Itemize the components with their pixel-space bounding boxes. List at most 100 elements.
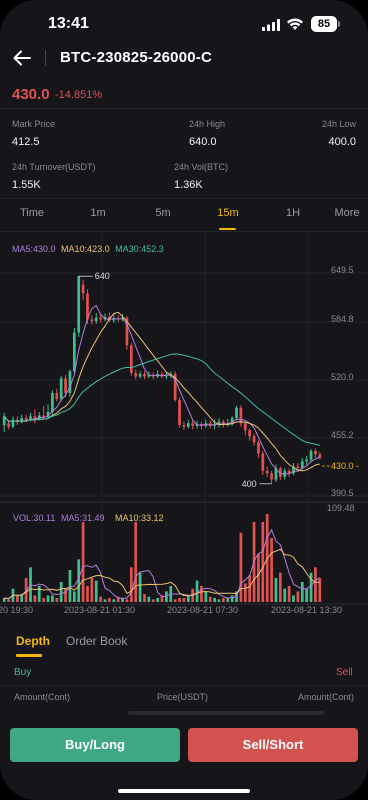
tab-1h[interactable]: 1H [283, 207, 303, 219]
candle-body [252, 436, 256, 443]
volume-bar [151, 599, 155, 602]
volume-bar [292, 595, 295, 602]
candle-body [243, 423, 247, 431]
stat-label: 24h Turnover(USDT) [12, 162, 96, 172]
volume-bar [230, 595, 234, 602]
stat-24h-turnover: 24h Turnover(USDT) 1.55K [12, 162, 96, 191]
tab-15m[interactable]: 15m [216, 207, 240, 219]
stat-24h-high: 24h High 640.0 [189, 119, 225, 148]
candle-body [55, 392, 59, 400]
tab-5m[interactable]: 5m [153, 207, 173, 219]
tab-time[interactable]: Time [20, 207, 44, 219]
buy-long-button[interactable]: Buy/Long [10, 728, 180, 762]
stat-24h-volume: 24h Vol(BTC) 1.36K [174, 162, 228, 191]
tab-order-book[interactable]: Order Book [66, 634, 127, 648]
stat-label: 24h Low [321, 119, 356, 129]
volume-bar [59, 582, 63, 602]
candle-body [94, 317, 98, 322]
volume-bar [55, 598, 59, 602]
volume-bar [138, 572, 142, 602]
y-tick-label: 455.2 [331, 430, 354, 440]
ma30-value: MA30:452.3 [115, 244, 164, 254]
active-tab-indicator [219, 228, 236, 230]
volume-bar [143, 594, 146, 602]
volume-bar [90, 578, 94, 602]
depth-scrollbar[interactable] [128, 711, 324, 715]
ma-legend: MA5:430.0 MA10:423.0 MA30:452.3 [12, 244, 164, 254]
stat-label: 24h High [189, 119, 226, 129]
volume-bar [314, 567, 317, 602]
active-depth-indicator [16, 654, 42, 657]
volume-bar [68, 570, 72, 602]
volume-bar [257, 554, 260, 602]
candle-body [309, 450, 313, 460]
volume-bar [261, 522, 265, 602]
volume-bar [108, 598, 111, 602]
tab-more[interactable]: More [332, 207, 362, 219]
candle-body [296, 466, 300, 469]
stat-mark-price: Mark Price 412.5 [12, 119, 55, 148]
y-tick-label: 520.0 [331, 372, 354, 382]
stat-label: Mark Price [12, 119, 56, 129]
divider [0, 108, 368, 109]
contract-symbol[interactable]: BTC-230825-26000-C [60, 49, 212, 66]
candle-body [143, 373, 146, 377]
volume-bar [99, 596, 102, 602]
cellular-signal-icon [262, 19, 280, 31]
volume-bar [213, 598, 216, 602]
last-price-tag: 430.0 - [331, 461, 359, 471]
last-price: 430.0 [12, 86, 50, 103]
candle-body [248, 430, 252, 437]
candle-body [191, 423, 195, 426]
candle-body [265, 470, 269, 474]
volume-bar [112, 599, 116, 602]
volume-legend-label: VOL:30.11 [13, 513, 55, 523]
volume-bar [182, 598, 186, 602]
candle-body [186, 423, 190, 427]
stat-value: 640.0 [189, 136, 217, 148]
volume-bar [204, 591, 208, 602]
candle-body [59, 378, 63, 400]
volume-bar [296, 591, 300, 602]
divider [0, 685, 368, 686]
x-tick-label: 20 19:30 [0, 605, 33, 615]
tab-depth[interactable]: Depth [16, 634, 50, 648]
volume-bar [287, 586, 291, 602]
tab-1m[interactable]: 1m [88, 207, 108, 219]
candlestick-chart[interactable]: 640 400 649.5 584.8 520.0 455.2 390.5 430.0 - VO… [0, 232, 368, 618]
ma10-value: MA10:423.0 [61, 244, 110, 254]
volume-bar [173, 599, 177, 602]
stat-value: 1.55K [12, 179, 41, 191]
sell-short-button[interactable]: Sell/Short [188, 728, 358, 762]
price-change-percent: -14.851% [55, 89, 103, 101]
x-tick-label: 2023-08-21 01:30 [64, 605, 135, 615]
candle-body [178, 399, 181, 425]
candle-body [235, 407, 238, 419]
candle-body [68, 371, 72, 393]
volume-bar [81, 522, 85, 602]
stat-24h-low: 24h Low 400.0 [322, 119, 356, 148]
candle-body [72, 332, 76, 372]
stat-value: 412.5 [12, 136, 40, 148]
y-tick-label: 584.8 [331, 314, 354, 324]
volume-bar [200, 586, 203, 602]
candle-body [270, 473, 273, 480]
volume-bar [300, 582, 304, 602]
volume-bar [270, 538, 273, 602]
volume-bar [129, 567, 133, 602]
volume-bar [46, 595, 50, 602]
back-arrow-icon[interactable] [12, 48, 32, 68]
volume-bar [86, 586, 89, 602]
candle-body [129, 345, 133, 374]
battery-tip [338, 21, 340, 27]
volume-bar [72, 591, 76, 602]
volume-legend-label: MA10:33.12 [115, 513, 164, 523]
header-divider [45, 50, 46, 66]
stat-value: 1.36K [174, 179, 203, 191]
volume-bar [15, 595, 19, 602]
volume-bar [274, 578, 278, 602]
candle-body [239, 407, 243, 424]
volume-bar [278, 572, 282, 602]
volume-bar [305, 588, 309, 602]
volume-bar [147, 596, 151, 602]
